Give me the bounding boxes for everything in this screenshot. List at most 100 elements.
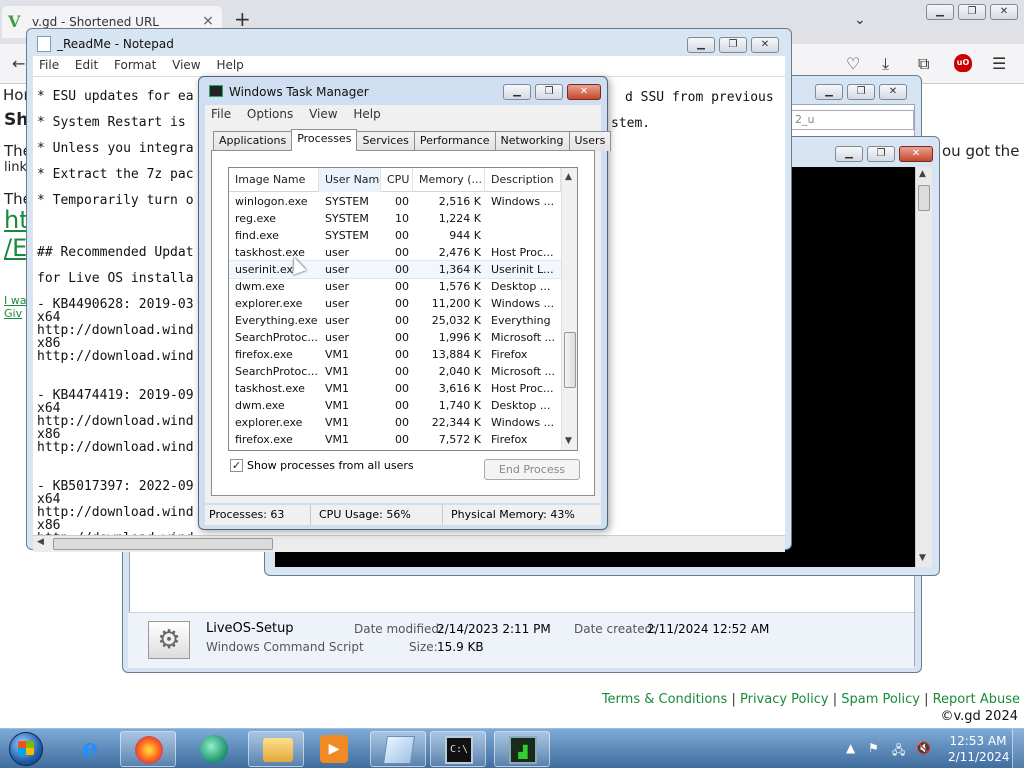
column-description[interactable]: Description: [485, 168, 561, 192]
explorer-search-input[interactable]: 2_u: [790, 110, 914, 130]
show-all-users-option[interactable]: ✓ Show processes from all users: [230, 459, 414, 472]
report-abuse-link[interactable]: Report Abuse: [933, 692, 1020, 707]
scroll-thumb[interactable]: [564, 332, 576, 388]
tab-networking[interactable]: Networking: [494, 131, 570, 151]
taskbar-windows-explorer[interactable]: [248, 731, 304, 767]
scroll-up-arrow-icon[interactable]: ▲: [565, 172, 572, 182]
ublock-origin-icon[interactable]: uO: [954, 54, 972, 72]
taskbar-firefox[interactable]: [120, 731, 176, 767]
extensions-icon[interactable]: ⧉: [918, 54, 929, 74]
show-all-users-checkbox[interactable]: ✓: [230, 459, 243, 472]
process-row[interactable]: dwm.exe user 00 1,576 K Desktop ...: [229, 278, 561, 295]
process-row[interactable]: dwm.exe VM1 00 1,740 K Desktop ...: [229, 397, 561, 414]
restore-button[interactable]: ❐: [535, 84, 563, 100]
menu-view[interactable]: View: [166, 56, 206, 74]
process-row[interactable]: userinit.exe user 00 1,364 K Userinit L...: [229, 260, 562, 279]
show-desktop-button[interactable]: [1012, 729, 1024, 768]
process-row[interactable]: taskhost.exe user 00 2,476 K Host Proc...: [229, 244, 561, 261]
menu-view[interactable]: View: [303, 105, 343, 123]
menu-help[interactable]: Help: [347, 105, 386, 123]
downloads-icon[interactable]: ⤓: [882, 54, 889, 74]
action-center-flag-icon[interactable]: ⚑: [868, 741, 879, 755]
list-all-tabs-chevron-icon[interactable]: ⌄: [854, 12, 866, 28]
notepad-titlebar[interactable]: _ReadMe - Notepad ▁ ❐ ✕: [27, 29, 791, 57]
tab-close-icon[interactable]: ×: [200, 13, 216, 29]
network-icon[interactable]: 🖧: [892, 741, 905, 762]
process-row[interactable]: firefox.exe VM1 00 13,884 K Firefox: [229, 346, 561, 363]
tab-performance[interactable]: Performance: [413, 131, 496, 151]
process-row[interactable]: SearchProtoc... user 00 1,996 K Microsoft ..…: [229, 329, 561, 346]
menu-edit[interactable]: Edit: [69, 56, 104, 74]
menu-help[interactable]: Help: [210, 56, 249, 74]
pocket-icon[interactable]: ♡: [846, 54, 860, 73]
taskbar-media-player[interactable]: ▶: [306, 731, 362, 767]
spam-policy-link[interactable]: Spam Policy: [841, 692, 920, 707]
scroll-up-arrow-icon[interactable]: ▲: [919, 169, 926, 179]
restore-button[interactable]: ❐: [719, 37, 747, 53]
process-row[interactable]: find.exe SYSTEM 00 944 K: [229, 227, 561, 244]
scroll-down-arrow-icon[interactable]: ▼: [919, 553, 926, 563]
taskbar-task-manager[interactable]: ▟: [494, 731, 550, 767]
minimize-button[interactable]: ▁: [926, 4, 954, 20]
new-tab-button[interactable]: +: [234, 9, 251, 29]
menu-file[interactable]: File: [33, 56, 65, 74]
taskbar-media-app[interactable]: [186, 731, 242, 767]
process-row[interactable]: Everything.exe user 00 25,032 K Everything: [229, 312, 561, 329]
close-button[interactable]: ✕: [567, 84, 601, 100]
restore-button[interactable]: ❐: [847, 84, 875, 100]
clock-time[interactable]: 12:53 AM: [948, 734, 1008, 748]
process-row[interactable]: taskhost.exe VM1 00 3,616 K Host Proc...: [229, 380, 561, 397]
column-user-name[interactable]: User Name: [319, 168, 381, 192]
volume-muted-icon[interactable]: 🔇: [916, 741, 931, 755]
process-row[interactable]: winlogon.exe SYSTEM 00 2,516 K Windows ...: [229, 193, 561, 210]
process-list-scrollbar[interactable]: ▲ ▼: [561, 168, 577, 450]
tab-processes[interactable]: Processes: [291, 129, 358, 151]
page-small-link[interactable]: Giv: [4, 307, 22, 320]
close-button[interactable]: ✕: [879, 84, 907, 100]
close-button[interactable]: ✕: [751, 37, 779, 53]
tray-expand-icon[interactable]: ▲: [846, 741, 855, 755]
notepad-horizontal-scrollbar[interactable]: ◀: [33, 535, 785, 552]
cmd-vertical-scrollbar[interactable]: ▲ ▼: [915, 167, 932, 567]
page-small-link[interactable]: I wa: [4, 294, 26, 307]
short-url-link-fragment[interactable]: ht: [4, 206, 29, 234]
taskbar-internet-explorer[interactable]: e: [62, 731, 118, 767]
scroll-left-arrow-icon[interactable]: ◀: [37, 537, 44, 547]
process-list[interactable]: Image Name User Name CPU Memory (... Des…: [228, 167, 578, 451]
process-row[interactable]: explorer.exe user 00 11,200 K Windows ...: [229, 295, 561, 312]
clock-date[interactable]: 2/11/2024: [948, 750, 1010, 764]
close-button[interactable]: ✕: [990, 4, 1018, 20]
tab-users[interactable]: Users: [568, 131, 612, 151]
menu-hamburger-icon[interactable]: ☰: [992, 54, 1006, 73]
back-arrow-icon[interactable]: ←: [12, 54, 25, 73]
process-row[interactable]: SearchProtoc... VM1 00 2,040 K Microsoft ...: [229, 363, 561, 380]
taskbar-command-prompt[interactable]: C:\: [430, 731, 486, 767]
scroll-thumb[interactable]: [918, 185, 930, 211]
process-row[interactable]: explorer.exe VM1 00 22,344 K Windows ...: [229, 414, 561, 431]
end-process-button[interactable]: End Process: [484, 459, 580, 480]
menu-options[interactable]: Options: [241, 105, 299, 123]
terms-link[interactable]: Terms & Conditions: [602, 692, 728, 707]
close-button[interactable]: ✕: [899, 146, 933, 162]
minimize-button[interactable]: ▁: [503, 84, 531, 100]
restore-button[interactable]: ❐: [958, 4, 986, 20]
minimize-button[interactable]: ▁: [687, 37, 715, 53]
column-memory[interactable]: Memory (...: [413, 168, 485, 192]
column-cpu[interactable]: CPU: [381, 168, 413, 192]
tab-services[interactable]: Services: [356, 131, 415, 151]
start-button[interactable]: [2, 729, 50, 769]
process-row[interactable]: firefox.exe VM1 00 7,572 K Firefox: [229, 431, 561, 448]
taskbar-notepad[interactable]: [370, 731, 426, 767]
short-url-link-fragment[interactable]: /E: [4, 234, 27, 262]
process-row[interactable]: reg.exe SYSTEM 10 1,224 K: [229, 210, 561, 227]
tab-applications[interactable]: Applications: [213, 131, 293, 151]
restore-button[interactable]: ❐: [867, 146, 895, 162]
privacy-link[interactable]: Privacy Policy: [740, 692, 829, 707]
menu-file[interactable]: File: [205, 105, 237, 123]
minimize-button[interactable]: ▁: [835, 146, 863, 162]
show-all-users-label[interactable]: Show processes from all users: [247, 459, 414, 472]
minimize-button[interactable]: ▁: [815, 84, 843, 100]
scroll-thumb[interactable]: [53, 538, 273, 550]
scroll-down-arrow-icon[interactable]: ▼: [565, 436, 572, 446]
menu-format[interactable]: Format: [108, 56, 162, 74]
